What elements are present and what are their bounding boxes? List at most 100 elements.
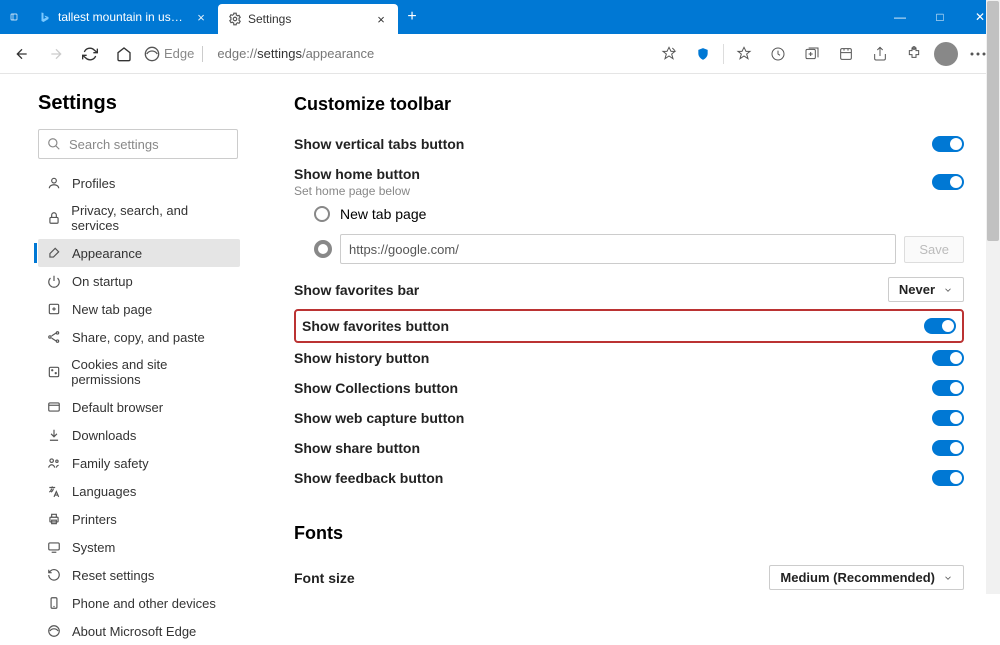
nav-privacy[interactable]: Privacy, search, and services bbox=[38, 197, 240, 239]
bing-icon bbox=[38, 10, 52, 24]
webcapture-button[interactable] bbox=[832, 40, 860, 68]
toggle-feedback[interactable] bbox=[932, 470, 964, 486]
scrollbar-thumb[interactable] bbox=[987, 1, 999, 241]
gear-icon bbox=[228, 12, 242, 26]
toggle-history[interactable] bbox=[932, 350, 964, 366]
nav-printers[interactable]: Printers bbox=[38, 505, 240, 533]
family-icon bbox=[46, 455, 62, 471]
browser-icon bbox=[46, 399, 62, 415]
maximize-button[interactable]: □ bbox=[920, 0, 960, 34]
profile-avatar[interactable] bbox=[934, 42, 958, 66]
tab-settings[interactable]: Settings × bbox=[218, 4, 398, 34]
nav-newtab[interactable]: New tab page bbox=[38, 295, 240, 323]
setting-vertical-tabs: Show vertical tabs button bbox=[294, 129, 964, 159]
forward-button bbox=[42, 40, 70, 68]
minimize-button[interactable]: — bbox=[880, 0, 920, 34]
back-button[interactable] bbox=[8, 40, 36, 68]
favorites-bar-select[interactable]: Never bbox=[888, 277, 964, 302]
toggle-favorites-button[interactable] bbox=[924, 318, 956, 334]
url-text: edge://settings/appearance bbox=[217, 46, 374, 61]
edge-icon bbox=[46, 623, 62, 639]
fonts-heading: Fonts bbox=[294, 523, 964, 544]
setting-font-size: Font size Medium (Recommended) bbox=[294, 558, 964, 594]
settings-sidebar: Settings Search settings Profiles Privac… bbox=[0, 74, 248, 594]
nav-default[interactable]: Default browser bbox=[38, 393, 240, 421]
tab-label: Settings bbox=[248, 12, 368, 26]
radio-icon bbox=[314, 206, 330, 222]
brush-icon bbox=[46, 245, 62, 261]
radio-icon bbox=[314, 240, 332, 258]
edge-label-text: Edge bbox=[164, 46, 194, 61]
system-icon bbox=[46, 539, 62, 555]
browser-toolbar: Edge edge://settings/appearance bbox=[0, 34, 1000, 74]
home-button[interactable] bbox=[110, 40, 138, 68]
setting-collections: Show Collections button bbox=[294, 373, 964, 403]
share-button[interactable] bbox=[866, 40, 894, 68]
phone-icon bbox=[46, 595, 62, 611]
tab-label: tallest mountain in usa - Bing bbox=[58, 10, 188, 24]
setting-history: Show history button bbox=[294, 343, 964, 373]
favorites-button[interactable] bbox=[730, 40, 758, 68]
site-identity[interactable]: Edge bbox=[144, 46, 203, 62]
toggle-vertical-tabs[interactable] bbox=[932, 136, 964, 152]
nav-appearance[interactable]: Appearance bbox=[38, 239, 240, 267]
reset-icon bbox=[46, 567, 62, 583]
chevron-down-icon bbox=[943, 573, 953, 583]
toggle-collections[interactable] bbox=[932, 380, 964, 396]
setting-favorites-button: Show favorites button bbox=[294, 309, 964, 343]
nav-about[interactable]: About Microsoft Edge bbox=[38, 617, 240, 645]
collections-button[interactable] bbox=[798, 40, 826, 68]
nav-downloads[interactable]: Downloads bbox=[38, 421, 240, 449]
setting-share: Show share button bbox=[294, 433, 964, 463]
tab-bing[interactable]: tallest mountain in usa - Bing × bbox=[28, 0, 218, 34]
language-icon bbox=[46, 483, 62, 499]
search-settings-input[interactable]: Search settings bbox=[38, 129, 238, 159]
nav-cookies[interactable]: Cookies and site permissions bbox=[38, 351, 240, 393]
radio-newtab-page[interactable]: New tab page bbox=[294, 200, 964, 228]
share-icon bbox=[46, 329, 62, 345]
extensions-button[interactable] bbox=[900, 40, 928, 68]
section-heading: Customize toolbar bbox=[294, 94, 964, 115]
settings-nav: Profiles Privacy, search, and services A… bbox=[38, 169, 240, 645]
profile-icon bbox=[46, 175, 62, 191]
page-icon bbox=[46, 301, 62, 317]
font-size-select[interactable]: Medium (Recommended) bbox=[769, 565, 964, 590]
settings-main: Customize toolbar Show vertical tabs but… bbox=[248, 74, 1000, 594]
nav-onstartup[interactable]: On startup bbox=[38, 267, 240, 295]
toggle-home-button[interactable] bbox=[932, 174, 964, 190]
tracking-button[interactable] bbox=[689, 40, 717, 68]
home-url-input[interactable] bbox=[340, 234, 896, 264]
nav-profiles[interactable]: Profiles bbox=[38, 169, 240, 197]
nav-phone[interactable]: Phone and other devices bbox=[38, 589, 240, 617]
toggle-webcapture[interactable] bbox=[932, 410, 964, 426]
read-aloud-button[interactable] bbox=[655, 40, 683, 68]
search-placeholder: Search settings bbox=[69, 137, 159, 152]
printer-icon bbox=[46, 511, 62, 527]
history-button[interactable] bbox=[764, 40, 792, 68]
titlebar: tallest mountain in usa - Bing × Setting… bbox=[0, 0, 1000, 34]
nav-share[interactable]: Share, copy, and paste bbox=[38, 323, 240, 351]
setting-webcapture: Show web capture button bbox=[294, 403, 964, 433]
window-controls: — □ ✕ bbox=[880, 0, 1000, 34]
sidebar-title: Settings bbox=[38, 92, 240, 115]
refresh-button[interactable] bbox=[76, 40, 104, 68]
lock-icon bbox=[46, 210, 61, 226]
setting-home-button: Show home button Set home page below bbox=[294, 159, 964, 200]
nav-system[interactable]: System bbox=[38, 533, 240, 561]
address-bar[interactable]: edge://settings/appearance bbox=[209, 40, 649, 68]
nav-languages[interactable]: Languages bbox=[38, 477, 240, 505]
save-button[interactable]: Save bbox=[904, 236, 964, 263]
new-tab-button[interactable]: + bbox=[398, 0, 426, 34]
power-icon bbox=[46, 273, 62, 289]
tab-strip-icon[interactable] bbox=[0, 0, 28, 34]
radio-custom-url[interactable]: Save bbox=[294, 228, 964, 270]
close-icon[interactable]: × bbox=[194, 10, 208, 25]
toggle-share[interactable] bbox=[932, 440, 964, 456]
setting-feedback: Show feedback button bbox=[294, 463, 964, 493]
scrollbar[interactable] bbox=[986, 0, 1000, 594]
nav-family[interactable]: Family safety bbox=[38, 449, 240, 477]
nav-reset[interactable]: Reset settings bbox=[38, 561, 240, 589]
chevron-down-icon bbox=[943, 285, 953, 295]
download-icon bbox=[46, 427, 62, 443]
close-icon[interactable]: × bbox=[374, 12, 388, 27]
